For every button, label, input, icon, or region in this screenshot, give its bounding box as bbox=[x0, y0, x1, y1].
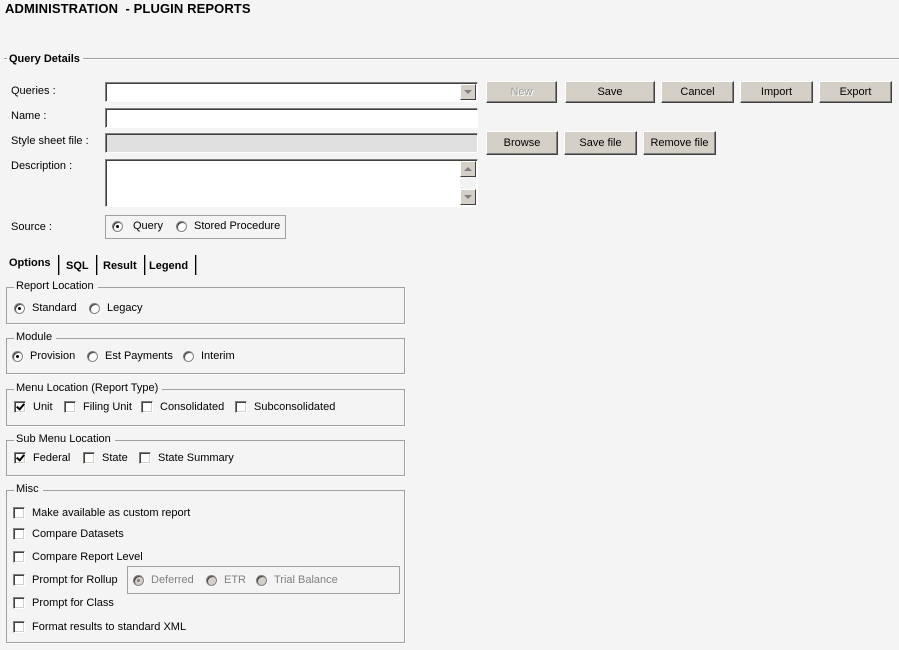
tab-sql[interactable]: SQL bbox=[66, 260, 89, 272]
sub-menu-location-group: Sub Menu Location Federal State State Su… bbox=[6, 433, 405, 476]
import-button[interactable]: Import bbox=[740, 81, 813, 103]
tab-separator bbox=[58, 255, 60, 275]
tab-legend[interactable]: Legend bbox=[149, 260, 188, 272]
rollup-etr[interactable]: ETR bbox=[206, 574, 246, 586]
description-label: Description : bbox=[11, 160, 73, 172]
scroll-down-button[interactable] bbox=[460, 189, 476, 205]
rollup-options-group: Deferred ETR Trial Balance bbox=[127, 566, 400, 594]
sub-menu-location-state-summary[interactable]: State Summary bbox=[139, 452, 234, 464]
sub-menu-location-state[interactable]: State bbox=[83, 452, 128, 464]
sub-menu-location-legend: Sub Menu Location bbox=[14, 433, 115, 445]
report-location-legend: Report Location bbox=[14, 280, 98, 292]
checkbox[interactable] bbox=[13, 551, 25, 563]
menu-location-subconsolidated[interactable]: Subconsolidated bbox=[235, 401, 335, 413]
section-divider bbox=[4, 58, 899, 60]
report-location-standard[interactable]: Standard bbox=[14, 302, 77, 314]
checkbox[interactable] bbox=[64, 401, 76, 413]
checkbox[interactable] bbox=[13, 574, 25, 586]
style-sheet-label: Style sheet file : bbox=[11, 135, 89, 147]
page-title: ADMINISTRATION - PLUGIN REPORTS bbox=[5, 1, 251, 16]
radio-button[interactable] bbox=[133, 574, 144, 586]
new-button[interactable]: New bbox=[486, 81, 557, 103]
menu-location-filing-unit[interactable]: Filing Unit bbox=[64, 401, 132, 413]
tab-separator bbox=[144, 255, 146, 275]
radio-button[interactable] bbox=[256, 574, 267, 586]
radio-button[interactable] bbox=[14, 302, 25, 314]
tab-result[interactable]: Result bbox=[103, 260, 137, 272]
checkbox[interactable] bbox=[14, 401, 26, 413]
menu-location-consolidated[interactable]: Consolidated bbox=[141, 401, 224, 413]
name-input[interactable] bbox=[105, 108, 478, 128]
misc-compare-report-level[interactable]: Compare Report Level bbox=[13, 551, 143, 563]
sub-menu-location-federal[interactable]: Federal bbox=[14, 452, 70, 464]
chevron-up-icon bbox=[464, 167, 472, 171]
radio-button[interactable] bbox=[206, 574, 217, 586]
checkbox[interactable] bbox=[13, 528, 25, 540]
checkbox[interactable] bbox=[14, 452, 26, 464]
style-sheet-input[interactable] bbox=[105, 133, 478, 153]
radio-button[interactable] bbox=[112, 220, 123, 232]
save-button[interactable]: Save bbox=[565, 81, 655, 103]
misc-custom-report[interactable]: Make available as custom report bbox=[13, 507, 190, 519]
checkbox[interactable] bbox=[139, 452, 151, 464]
menu-location-group: Menu Location (Report Type) Unit Filing … bbox=[6, 382, 405, 426]
source-radio-group: Query Stored Procedure bbox=[105, 215, 286, 239]
cancel-button[interactable]: Cancel bbox=[661, 81, 734, 103]
module-interim[interactable]: Interim bbox=[183, 350, 235, 362]
menu-location-legend: Menu Location (Report Type) bbox=[14, 382, 163, 394]
source-label: Source : bbox=[11, 221, 52, 233]
report-location-group: Report Location Standard Legacy bbox=[6, 280, 405, 324]
name-label: Name : bbox=[11, 110, 47, 122]
radio-button[interactable] bbox=[183, 350, 194, 362]
queries-select[interactable] bbox=[105, 82, 478, 102]
menu-location-unit[interactable]: Unit bbox=[14, 401, 53, 413]
radio-button[interactable] bbox=[12, 350, 23, 362]
checkbox[interactable] bbox=[83, 452, 95, 464]
tab-separator bbox=[195, 255, 197, 275]
checkbox[interactable] bbox=[13, 507, 25, 519]
chevron-down-icon bbox=[464, 195, 472, 199]
export-button[interactable]: Export bbox=[819, 81, 892, 103]
misc-compare-datasets[interactable]: Compare Datasets bbox=[13, 528, 124, 540]
radio-button[interactable] bbox=[89, 302, 100, 314]
queries-dropdown-button[interactable] bbox=[460, 84, 476, 100]
source-option-query[interactable]: Query bbox=[112, 220, 163, 232]
rollup-trial-balance[interactable]: Trial Balance bbox=[256, 574, 338, 586]
checkbox[interactable] bbox=[235, 401, 247, 413]
module-legend: Module bbox=[14, 331, 57, 343]
module-provision[interactable]: Provision bbox=[12, 350, 75, 362]
queries-label: Queries : bbox=[11, 85, 56, 97]
checkbox[interactable] bbox=[13, 621, 25, 633]
source-option-stored-procedure[interactable]: Stored Procedure bbox=[176, 220, 280, 232]
save-file-button[interactable]: Save file bbox=[564, 131, 637, 155]
remove-file-button[interactable]: Remove file bbox=[643, 131, 716, 155]
description-scrollbar[interactable] bbox=[460, 161, 476, 205]
checkbox[interactable] bbox=[141, 401, 153, 413]
module-group: Module Provision Est Payments Interim bbox=[6, 331, 405, 374]
query-details-heading: Query Details bbox=[7, 53, 83, 65]
rollup-deferred[interactable]: Deferred bbox=[133, 574, 194, 586]
radio-button[interactable] bbox=[176, 220, 187, 232]
misc-group: Misc Make available as custom report Com… bbox=[6, 483, 405, 643]
tab-separator bbox=[96, 255, 98, 275]
checkbox[interactable] bbox=[13, 597, 25, 609]
misc-format-xml[interactable]: Format results to standard XML bbox=[13, 621, 186, 633]
misc-legend: Misc bbox=[14, 483, 43, 495]
browse-button[interactable]: Browse bbox=[486, 131, 558, 155]
chevron-down-icon bbox=[464, 90, 472, 94]
misc-prompt-rollup[interactable]: Prompt for Rollup bbox=[13, 574, 118, 586]
scroll-up-button[interactable] bbox=[460, 161, 476, 177]
description-textarea[interactable] bbox=[105, 159, 478, 207]
misc-prompt-class[interactable]: Prompt for Class bbox=[13, 597, 114, 609]
report-location-legacy[interactable]: Legacy bbox=[89, 302, 142, 314]
radio-button[interactable] bbox=[87, 350, 98, 362]
module-est-payments[interactable]: Est Payments bbox=[87, 350, 173, 362]
tab-options[interactable]: Options bbox=[9, 257, 51, 269]
